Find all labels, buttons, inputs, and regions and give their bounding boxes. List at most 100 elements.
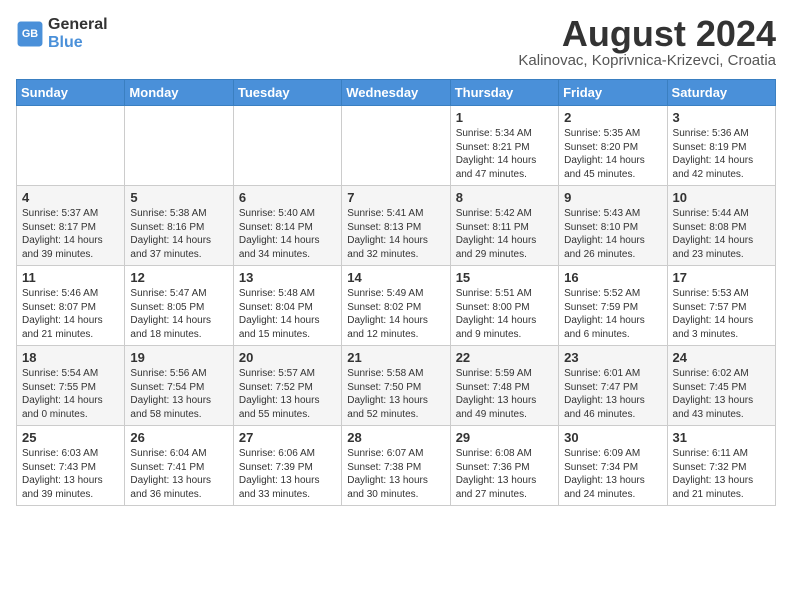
day-info: Sunrise: 5:36 AM Sunset: 8:19 PM Dayligh… [673, 127, 770, 181]
day-number: 14 [347, 270, 444, 285]
day-number: 10 [673, 190, 770, 205]
day-info: Sunrise: 5:37 AM Sunset: 8:17 PM Dayligh… [22, 207, 119, 261]
day-info: Sunrise: 5:58 AM Sunset: 7:50 PM Dayligh… [347, 367, 444, 421]
calendar-cell: 10 Sunrise: 5:44 AM Sunset: 8:08 PM Dayli… [667, 186, 775, 266]
weekday-header-row: SundayMondayTuesdayWednesdayThursdayFrid… [17, 80, 776, 106]
title-block: August 2024 Kalinovac, Koprivnica-Krizev… [518, 16, 776, 69]
day-info: Sunrise: 5:59 AM Sunset: 7:48 PM Dayligh… [456, 367, 553, 421]
logo-line2: Blue [48, 34, 83, 51]
calendar-cell: 20 Sunrise: 5:57 AM Sunset: 7:52 PM Dayli… [233, 346, 341, 426]
day-info: Sunrise: 5:53 AM Sunset: 7:57 PM Dayligh… [673, 287, 770, 341]
day-number: 25 [22, 430, 119, 445]
logo-line1: General [48, 16, 108, 33]
day-number: 28 [347, 430, 444, 445]
weekday-header-sunday: Sunday [17, 80, 125, 106]
calendar-cell: 19 Sunrise: 5:56 AM Sunset: 7:54 PM Dayli… [125, 346, 233, 426]
day-info: Sunrise: 6:11 AM Sunset: 7:32 PM Dayligh… [673, 447, 770, 501]
day-info: Sunrise: 6:09 AM Sunset: 7:34 PM Dayligh… [564, 447, 661, 501]
day-info: Sunrise: 5:52 AM Sunset: 7:59 PM Dayligh… [564, 287, 661, 341]
month-title: August 2024 [518, 16, 776, 52]
calendar-table: SundayMondayTuesdayWednesdayThursdayFrid… [16, 79, 776, 506]
calendar-cell: 2Sunrise: 5:35 AM Sunset: 8:20 PM Daylig… [559, 106, 667, 186]
day-info: Sunrise: 5:43 AM Sunset: 8:10 PM Dayligh… [564, 207, 661, 261]
calendar-cell: 22 Sunrise: 5:59 AM Sunset: 7:48 PM Dayli… [450, 346, 558, 426]
calendar-cell: 16Sunrise: 5:52 AM Sunset: 7:59 PM Dayli… [559, 266, 667, 346]
calendar-cell: 5Sunrise: 5:38 AM Sunset: 8:16 PM Daylig… [125, 186, 233, 266]
page-header: GB General Blue August 2024 Kalinovac, K… [16, 16, 776, 69]
calendar-cell: 21 Sunrise: 5:58 AM Sunset: 7:50 PM Dayli… [342, 346, 450, 426]
day-info: Sunrise: 6:01 AM Sunset: 7:47 PM Dayligh… [564, 367, 661, 421]
weekday-header-thursday: Thursday [450, 80, 558, 106]
calendar-cell: 9 Sunrise: 5:43 AM Sunset: 8:10 PM Daylig… [559, 186, 667, 266]
calendar-cell: 31 Sunrise: 6:11 AM Sunset: 7:32 PM Dayli… [667, 426, 775, 506]
day-info: Sunrise: 6:07 AM Sunset: 7:38 PM Dayligh… [347, 447, 444, 501]
calendar-cell: 27 Sunrise: 6:06 AM Sunset: 7:39 PM Dayli… [233, 426, 341, 506]
day-number: 3 [673, 110, 770, 125]
calendar-cell: 29Sunrise: 6:08 AM Sunset: 7:36 PM Dayli… [450, 426, 558, 506]
calendar-cell: 17 Sunrise: 5:53 AM Sunset: 7:57 PM Dayli… [667, 266, 775, 346]
day-number: 22 [456, 350, 553, 365]
calendar-cell: 15Sunrise: 5:51 AM Sunset: 8:00 PM Dayli… [450, 266, 558, 346]
day-number: 24 [673, 350, 770, 365]
day-info: Sunrise: 5:44 AM Sunset: 8:08 PM Dayligh… [673, 207, 770, 261]
calendar-cell: 3 Sunrise: 5:36 AM Sunset: 8:19 PM Daylig… [667, 106, 775, 186]
calendar-cell [17, 106, 125, 186]
day-number: 4 [22, 190, 119, 205]
day-number: 15 [456, 270, 553, 285]
calendar-cell: 11 Sunrise: 5:46 AM Sunset: 8:07 PM Dayli… [17, 266, 125, 346]
day-info: Sunrise: 5:41 AM Sunset: 8:13 PM Dayligh… [347, 207, 444, 261]
day-number: 9 [564, 190, 661, 205]
calendar-cell: 26Sunrise: 6:04 AM Sunset: 7:41 PM Dayli… [125, 426, 233, 506]
day-info: Sunrise: 5:48 AM Sunset: 8:04 PM Dayligh… [239, 287, 336, 341]
location-subtitle: Kalinovac, Koprivnica-Krizevci, Croatia [518, 52, 776, 69]
day-number: 11 [22, 270, 119, 285]
day-number: 27 [239, 430, 336, 445]
logo: GB General Blue [16, 16, 108, 51]
day-number: 18 [22, 350, 119, 365]
day-number: 1 [456, 110, 553, 125]
day-number: 6 [239, 190, 336, 205]
calendar-cell [125, 106, 233, 186]
day-number: 26 [130, 430, 227, 445]
day-info: Sunrise: 5:47 AM Sunset: 8:05 PM Dayligh… [130, 287, 227, 341]
day-number: 30 [564, 430, 661, 445]
day-number: 13 [239, 270, 336, 285]
day-number: 21 [347, 350, 444, 365]
calendar-cell: 12Sunrise: 5:47 AM Sunset: 8:05 PM Dayli… [125, 266, 233, 346]
weekday-header-saturday: Saturday [667, 80, 775, 106]
day-info: Sunrise: 6:02 AM Sunset: 7:45 PM Dayligh… [673, 367, 770, 421]
day-info: Sunrise: 5:34 AM Sunset: 8:21 PM Dayligh… [456, 127, 553, 181]
day-info: Sunrise: 6:06 AM Sunset: 7:39 PM Dayligh… [239, 447, 336, 501]
calendar-cell: 24 Sunrise: 6:02 AM Sunset: 7:45 PM Dayli… [667, 346, 775, 426]
day-info: Sunrise: 5:46 AM Sunset: 8:07 PM Dayligh… [22, 287, 119, 341]
calendar-cell: 13 Sunrise: 5:48 AM Sunset: 8:04 PM Dayli… [233, 266, 341, 346]
day-info: Sunrise: 5:35 AM Sunset: 8:20 PM Dayligh… [564, 127, 661, 181]
day-number: 5 [130, 190, 227, 205]
calendar-week-row: 4 Sunrise: 5:37 AM Sunset: 8:17 PM Daylig… [17, 186, 776, 266]
day-info: Sunrise: 5:42 AM Sunset: 8:11 PM Dayligh… [456, 207, 553, 261]
day-number: 20 [239, 350, 336, 365]
logo-icon: GB [16, 20, 44, 48]
day-number: 19 [130, 350, 227, 365]
weekday-header-wednesday: Wednesday [342, 80, 450, 106]
calendar-cell: 30 Sunrise: 6:09 AM Sunset: 7:34 PM Dayli… [559, 426, 667, 506]
weekday-header-friday: Friday [559, 80, 667, 106]
calendar-cell: 8 Sunrise: 5:42 AM Sunset: 8:11 PM Daylig… [450, 186, 558, 266]
day-info: Sunrise: 5:56 AM Sunset: 7:54 PM Dayligh… [130, 367, 227, 421]
calendar-cell: 7Sunrise: 5:41 AM Sunset: 8:13 PM Daylig… [342, 186, 450, 266]
calendar-cell [342, 106, 450, 186]
calendar-week-row: 25 Sunrise: 6:03 AM Sunset: 7:43 PM Dayli… [17, 426, 776, 506]
day-number: 17 [673, 270, 770, 285]
calendar-cell: 1 Sunrise: 5:34 AM Sunset: 8:21 PM Daylig… [450, 106, 558, 186]
day-info: Sunrise: 5:40 AM Sunset: 8:14 PM Dayligh… [239, 207, 336, 261]
calendar-cell: 4 Sunrise: 5:37 AM Sunset: 8:17 PM Daylig… [17, 186, 125, 266]
day-number: 23 [564, 350, 661, 365]
day-info: Sunrise: 5:54 AM Sunset: 7:55 PM Dayligh… [22, 367, 119, 421]
day-info: Sunrise: 6:03 AM Sunset: 7:43 PM Dayligh… [22, 447, 119, 501]
day-number: 31 [673, 430, 770, 445]
day-number: 8 [456, 190, 553, 205]
calendar-week-row: 1 Sunrise: 5:34 AM Sunset: 8:21 PM Daylig… [17, 106, 776, 186]
calendar-cell: 6 Sunrise: 5:40 AM Sunset: 8:14 PM Daylig… [233, 186, 341, 266]
calendar-cell: 28 Sunrise: 6:07 AM Sunset: 7:38 PM Dayli… [342, 426, 450, 506]
day-info: Sunrise: 5:57 AM Sunset: 7:52 PM Dayligh… [239, 367, 336, 421]
